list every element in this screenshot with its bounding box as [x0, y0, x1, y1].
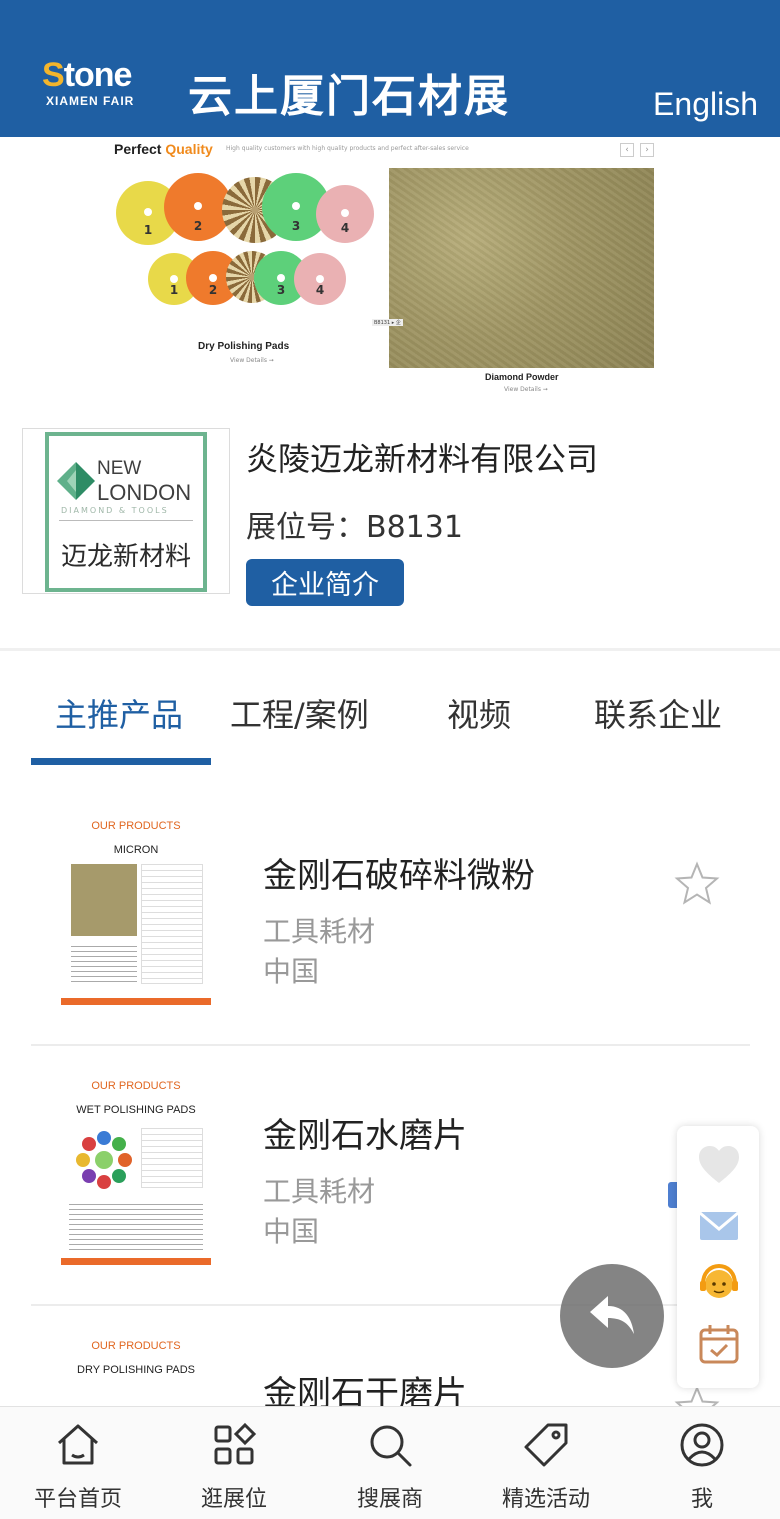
product-name: 金刚石破碎料微粉 — [263, 856, 535, 896]
thumb-heading: OUR PRODUCTS — [91, 1080, 181, 1092]
calendar-icon[interactable] — [697, 1322, 741, 1366]
powder-label: Diamond Powder — [485, 372, 559, 382]
section-divider — [0, 648, 780, 651]
side-accent-tab[interactable] — [668, 1182, 677, 1208]
thumb-spec-table — [69, 1200, 203, 1250]
company-logo: NEW LONDON DIAMOND & TOOLS 迈龙新材料 — [22, 428, 230, 594]
product-category: 工具耗材 — [263, 915, 376, 948]
tab-projects-cases[interactable]: 工程/案例 — [230, 690, 369, 736]
banner-tagline: High quality customers with high quality… — [226, 145, 469, 152]
logo-divider — [59, 520, 193, 521]
language-switch-button[interactable]: English — [653, 86, 758, 123]
polishing-pads-image: 1 2 3 4 1 2 3 4 Dry Polishing Pads View … — [108, 167, 378, 367]
page-title: 云上厦门石材展 — [188, 71, 510, 122]
nav-browse-booths[interactable]: 逛展位 — [156, 1407, 312, 1519]
nav-search-exhibitors[interactable]: 搜展商 — [312, 1407, 468, 1519]
pad-pink-small: 4 — [294, 253, 346, 305]
banner-prev-button[interactable]: ‹ — [620, 143, 634, 157]
image-tag: B8131 ▸ 企 — [372, 319, 403, 326]
product-thumbnail: OUR PRODUCTS MICRON — [59, 812, 213, 1012]
tag-icon — [524, 1423, 568, 1467]
thumb-text-block — [141, 1128, 203, 1188]
pads-view-details-link[interactable]: View Details ➞ — [230, 357, 274, 364]
banner-arrows: ‹ › — [620, 143, 654, 157]
tab-videos[interactable]: 视频 — [447, 690, 511, 736]
product-banner[interactable]: Perfect Quality High quality customers w… — [108, 137, 658, 399]
logo-line-2: LONDON — [97, 480, 192, 505]
company-intro-button[interactable]: 企业简介 — [246, 559, 404, 606]
nav-platform-home[interactable]: 平台首页 — [0, 1407, 156, 1519]
search-icon — [370, 1425, 412, 1467]
banner-next-button[interactable]: › — [640, 143, 654, 157]
company-name: 炎陵迈龙新材料有限公司 — [246, 440, 599, 478]
thumb-footer-bar — [61, 1258, 211, 1265]
product-divider — [31, 1044, 750, 1046]
heart-icon[interactable] — [697, 1144, 741, 1188]
floating-action-panel — [677, 1126, 759, 1388]
thumb-heading: OUR PRODUCTS — [91, 1340, 181, 1352]
product-origin: 中国 — [263, 1215, 320, 1248]
customer-service-icon[interactable] — [697, 1262, 741, 1306]
bottom-navigation: 平台首页 逛展位 搜展商 精选活动 我 — [0, 1406, 780, 1519]
product-name: 金刚石水磨片 — [263, 1116, 467, 1156]
user-icon — [680, 1423, 724, 1467]
booth-number: 展位号：B8131 — [246, 510, 463, 545]
grid-icon — [214, 1422, 257, 1465]
product-thumbnail: OUR PRODUCTS WET POLISHING PADS — [59, 1072, 213, 1272]
app-header: Stone XIAMEN FAIR 云上厦门石材展 English — [0, 0, 780, 137]
logo-wordmark: Stone — [42, 56, 132, 94]
home-icon — [57, 1424, 99, 1465]
active-tab-indicator — [31, 758, 211, 765]
nav-label: 精选活动 — [501, 1487, 590, 1512]
logo-subtitle: XIAMEN FAIR — [46, 94, 135, 108]
logo-line-1: NEW — [97, 458, 142, 479]
thumb-powder-image — [71, 864, 137, 936]
back-arrow-icon — [590, 1296, 634, 1334]
diamond-powder-image — [389, 168, 654, 368]
product-origin: 中国 — [263, 955, 320, 988]
new-london-logo-mark — [57, 462, 95, 500]
logo-sub: DIAMOND & TOOLS — [61, 506, 169, 515]
nav-label: 搜展商 — [356, 1487, 423, 1512]
company-logo-frame: NEW LONDON DIAMOND & TOOLS 迈龙新材料 — [45, 432, 207, 592]
mail-icon[interactable] — [697, 1204, 741, 1248]
thumb-title: MICRON — [113, 844, 159, 856]
pad-pink: 4 — [316, 185, 374, 243]
page: Stone XIAMEN FAIR 云上厦门石材展 English Perfec… — [0, 0, 780, 1519]
logo-cn-name: 迈龙新材料 — [60, 542, 191, 572]
product-thumbnail: OUR PRODUCTS DRY POLISHING PADS — [59, 1332, 213, 1406]
pads-label: Dry Polishing Pads — [198, 341, 290, 352]
favorite-star-icon[interactable] — [673, 860, 721, 908]
nav-me[interactable]: 我 — [624, 1407, 780, 1519]
thumb-footer-bar — [61, 998, 211, 1005]
thumb-heading: OUR PRODUCTS — [91, 820, 181, 832]
product-category: 工具耗材 — [263, 1175, 376, 1208]
thumb-text-lines — [71, 942, 137, 986]
nav-label: 逛展位 — [200, 1487, 267, 1512]
nav-featured-events[interactable]: 精选活动 — [468, 1407, 624, 1519]
back-button[interactable] — [560, 1264, 664, 1368]
product-name: 金刚石干磨片 — [263, 1374, 467, 1406]
thumb-title: WET POLISHING PADS — [76, 1104, 196, 1116]
banner-heading: Perfect Quality — [114, 141, 213, 157]
stone-fair-logo[interactable]: Stone XIAMEN FAIR — [42, 56, 152, 112]
product-card[interactable]: OUR PRODUCTS WET POLISHING PADS 金刚石水磨片 工… — [31, 1072, 750, 1306]
thumb-title: DRY POLISHING PADS — [77, 1364, 195, 1376]
powder-view-details-link[interactable]: View Details ➞ — [504, 386, 548, 393]
product-card[interactable]: OUR PRODUCTS MICRON 金刚石破碎料微粉 工具耗材 中国 — [31, 812, 750, 1046]
thumb-table — [141, 864, 203, 984]
thumb-pads-image — [76, 1131, 132, 1189]
nav-label: 我 — [690, 1487, 713, 1512]
tab-featured-products[interactable]: 主推产品 — [55, 690, 183, 736]
nav-label: 平台首页 — [33, 1487, 122, 1512]
tab-contact-company[interactable]: 联系企业 — [594, 690, 722, 736]
